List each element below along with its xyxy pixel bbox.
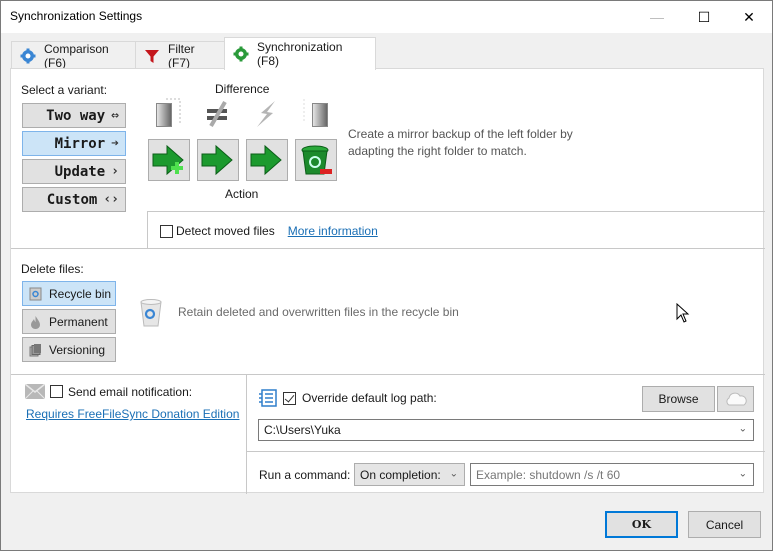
right-arrow-icon: ➔ bbox=[111, 136, 119, 151]
variant-label-text: Two way bbox=[46, 107, 106, 124]
command-placeholder: Example: shutdown /s /t 60 bbox=[476, 467, 621, 482]
override-log-path-label: Override default log path: bbox=[302, 391, 437, 405]
dialog-window: Synchronization Settings — ☐ ✕ Compariso… bbox=[0, 0, 773, 551]
detect-moved-checkbox[interactable] bbox=[160, 224, 173, 238]
minimize-icon: — bbox=[650, 9, 664, 25]
run-command-label: Run a command: bbox=[259, 468, 351, 482]
close-button[interactable]: ✕ bbox=[726, 1, 772, 33]
cloud-button[interactable] bbox=[717, 386, 754, 412]
tab-label: Filter (F7) bbox=[168, 41, 195, 70]
versions-icon bbox=[29, 343, 41, 356]
divider bbox=[11, 374, 765, 375]
filter-funnel-icon bbox=[144, 48, 160, 64]
tab-label: Synchronization (F8) bbox=[257, 40, 343, 68]
detect-moved-section: Detect moved files More information bbox=[147, 211, 765, 248]
overwrite-right-icon bbox=[250, 144, 282, 176]
send-email-label: Send email notification: bbox=[68, 384, 193, 399]
cloud-icon bbox=[725, 392, 747, 406]
flame-icon bbox=[31, 315, 40, 329]
cancel-button[interactable]: Cancel bbox=[688, 511, 761, 538]
recycle-bin-icon bbox=[29, 287, 42, 300]
permanent-button[interactable]: Permanent bbox=[22, 309, 116, 334]
delete-files-label: Delete files: bbox=[21, 262, 84, 276]
chevron-down-icon[interactable]: ⌄ bbox=[739, 423, 747, 434]
browse-button[interactable]: Browse bbox=[642, 386, 715, 412]
action-overwrite-right-button[interactable] bbox=[197, 139, 239, 181]
variant-custom-button[interactable]: Custom ‹› bbox=[22, 187, 126, 212]
two-way-arrow-icon: ⇔ bbox=[111, 108, 119, 123]
recycle-bin-large-icon bbox=[140, 299, 162, 327]
recycle-bin-label: Recycle bin bbox=[49, 286, 112, 301]
envelope-icon bbox=[25, 384, 45, 399]
variant-two-way-button[interactable]: Two way ⇔ bbox=[22, 103, 126, 128]
delete-files-description: Retain deleted and overwritten files in … bbox=[178, 305, 459, 319]
command-timing-select[interactable]: On completion: ⌄ bbox=[354, 463, 465, 486]
create-right-icon bbox=[152, 144, 184, 176]
versioning-label: Versioning bbox=[49, 342, 106, 357]
conflict-lightning-icon bbox=[248, 97, 284, 131]
override-log-path-checkbox[interactable] bbox=[283, 391, 296, 405]
tab-synchronization[interactable]: Synchronization (F8) bbox=[224, 37, 376, 70]
gear-green-icon bbox=[233, 46, 249, 62]
versioning-button[interactable]: Versioning bbox=[22, 337, 116, 362]
send-email-checkbox[interactable] bbox=[50, 385, 63, 398]
synchronization-panel: Select a variant: Two way ⇔ Mirror ➔ Upd… bbox=[10, 68, 765, 494]
different-files-icon bbox=[200, 97, 236, 131]
recycle-bin-button[interactable]: Recycle bin bbox=[22, 281, 116, 306]
minimize-button[interactable]: — bbox=[634, 1, 680, 33]
window-title: Synchronization Settings bbox=[10, 9, 143, 23]
variant-label: Select a variant: bbox=[21, 83, 108, 97]
angle-brackets-icon: ‹› bbox=[103, 192, 119, 207]
permanent-label: Permanent bbox=[49, 314, 108, 329]
divider bbox=[247, 451, 765, 452]
chevron-down-icon: ⌄ bbox=[449, 467, 458, 479]
chevron-right-icon: › bbox=[111, 164, 119, 179]
close-icon: ✕ bbox=[743, 8, 755, 25]
action-overwrite-right-button-2[interactable] bbox=[246, 139, 288, 181]
divider bbox=[11, 248, 765, 249]
variant-mirror-button[interactable]: Mirror ➔ bbox=[22, 131, 126, 156]
command-timing-value: On completion: bbox=[360, 467, 441, 482]
overwrite-right-icon bbox=[201, 144, 233, 176]
variant-label-text: Update bbox=[54, 163, 106, 180]
action-create-right-button[interactable] bbox=[148, 139, 190, 181]
command-input[interactable]: Example: shutdown /s /t 60 ⌄ bbox=[470, 463, 754, 486]
variant-update-button[interactable]: Update › bbox=[22, 159, 126, 184]
log-file-icon bbox=[259, 389, 277, 407]
gear-blue-icon bbox=[20, 48, 36, 64]
divider-vertical bbox=[246, 375, 247, 494]
ok-button[interactable]: OK bbox=[605, 511, 678, 538]
difference-label: Difference bbox=[215, 82, 270, 96]
maximize-button[interactable]: ☐ bbox=[681, 1, 727, 33]
action-delete-right-button[interactable] bbox=[295, 139, 337, 181]
right-only-file-icon bbox=[297, 97, 333, 131]
mouse-cursor-icon bbox=[676, 303, 690, 323]
tab-label: Comparison (F6) bbox=[44, 41, 109, 70]
left-only-file-icon bbox=[151, 97, 187, 131]
detect-moved-label: Detect moved files bbox=[176, 224, 275, 238]
donation-edition-link[interactable]: Requires FreeFileSync Donation Edition bbox=[26, 407, 239, 421]
log-path-input[interactable]: C:\Users\Yuka ⌄ bbox=[258, 419, 754, 441]
more-information-link[interactable]: More information bbox=[288, 224, 378, 238]
maximize-icon: ☐ bbox=[697, 8, 711, 25]
log-path-value: C:\Users\Yuka bbox=[264, 423, 341, 437]
title-bar: Synchronization Settings — ☐ ✕ bbox=[1, 1, 772, 33]
variant-description: Create a mirror backup of the left folde… bbox=[348, 127, 573, 158]
variant-label-text: Mirror bbox=[54, 135, 106, 152]
tab-filter[interactable]: Filter (F7) bbox=[135, 41, 225, 70]
tab-comparison[interactable]: Comparison (F6) bbox=[11, 41, 136, 70]
action-label: Action bbox=[225, 187, 259, 201]
variant-label-text: Custom bbox=[46, 191, 98, 208]
delete-right-icon bbox=[301, 145, 332, 175]
chevron-down-icon[interactable]: ⌄ bbox=[739, 468, 747, 479]
